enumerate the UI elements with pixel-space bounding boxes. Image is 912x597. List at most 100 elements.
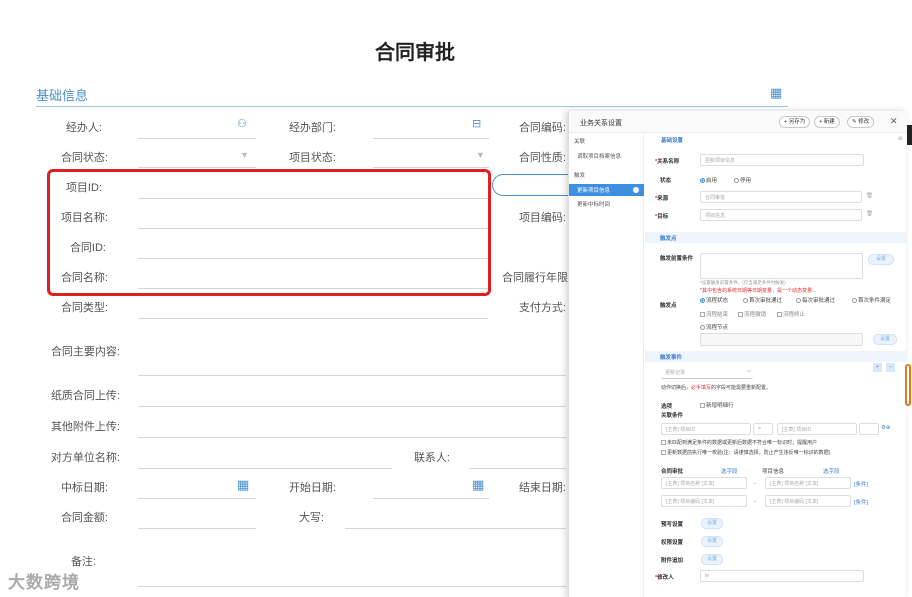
modifier-input[interactable]: te xyxy=(700,570,864,582)
capital-field[interactable] xyxy=(345,528,566,529)
nav-item-update-bid-time[interactable]: 更新中标时间 xyxy=(577,200,610,208)
opt-process-end[interactable]: 流程结束 xyxy=(700,310,728,318)
source-input[interactable]: 合同审批 xyxy=(700,191,862,203)
map1-left-select[interactable]: [主表] 项目名称 [文本] xyxy=(661,477,747,489)
cond-operator-select[interactable]: = xyxy=(753,423,773,435)
project-status-select[interactable] xyxy=(373,167,489,168)
map-pick-source[interactable]: 选字段 xyxy=(721,467,738,475)
nav-item-update-project[interactable]: 更新项目信息 xyxy=(569,184,644,196)
minus-icon[interactable]: − xyxy=(886,363,895,372)
label-handler: 经办人: xyxy=(65,122,102,134)
add-icon[interactable]: + xyxy=(873,363,882,372)
section-divider xyxy=(36,106,788,107)
caret-down-icon[interactable]: ▼ xyxy=(240,150,249,160)
cond-tag[interactable]: [条件] xyxy=(854,480,868,488)
opt-process-stop[interactable]: 流程终止 xyxy=(777,310,805,318)
label-bid-date: 中标日期: xyxy=(60,482,108,494)
opt-process-node[interactable]: 流程节点 xyxy=(700,323,728,331)
contact-field[interactable] xyxy=(470,468,566,469)
option-label: 选项 xyxy=(661,404,673,410)
panel-scrollbar[interactable] xyxy=(905,364,911,406)
nav-item-fetch-archive[interactable]: 调取项目档案信息 xyxy=(577,152,621,160)
node-input[interactable] xyxy=(700,333,863,346)
label-project-code: 项目编码: xyxy=(518,212,566,224)
paper-upload-field[interactable] xyxy=(138,406,566,407)
cond-type-select[interactable] xyxy=(859,423,879,435)
opt-first-condition[interactable]: 首次条件满足 xyxy=(852,296,891,304)
permission-set-button[interactable]: 设置 xyxy=(701,536,723,547)
opt-each-approval[interactable]: 每次审批通过 xyxy=(796,296,835,304)
contract-type-field[interactable] xyxy=(138,318,488,319)
label-remark: 备注: xyxy=(70,556,96,568)
save-as-button[interactable]: + 另存为 xyxy=(779,116,811,128)
trigger-band: 触发点 xyxy=(645,232,907,243)
org-icon[interactable]: ⊟ xyxy=(472,117,481,130)
preset-set-button[interactable]: 设置 xyxy=(701,518,723,529)
node-set-button[interactable]: 设置 xyxy=(873,334,897,345)
panel-header: 业务关系设置 + 另存为 + 新建 ✎ 修改 ✕ xyxy=(569,111,907,133)
label-contract-code: 合同编码: xyxy=(518,122,566,134)
preset-label: 预写设置 xyxy=(661,522,684,528)
map-pick-target[interactable]: 选字段 xyxy=(823,467,840,475)
attach-set-button[interactable]: 设置 xyxy=(701,554,723,565)
main-content-field[interactable] xyxy=(138,375,566,376)
status-disabled-radio[interactable]: 停用 xyxy=(734,176,751,184)
dept-field[interactable] xyxy=(373,138,489,139)
unique-check-checkbox[interactable]: 更新数据前执行唯一校验(注：请谨慎选择，防止产生违反唯一标识的数据) xyxy=(661,449,830,456)
target-label: *目标 xyxy=(655,214,669,220)
start-date-field[interactable] xyxy=(373,498,489,499)
pre-condition-set-button[interactable]: 设置 xyxy=(868,254,894,265)
label-main-content: 合同主要内容: xyxy=(50,346,120,358)
delete-icon[interactable]: 🗑 xyxy=(866,211,873,217)
add-detail-checkbox[interactable]: 新增明细行 xyxy=(700,401,734,409)
cond-actions-icon[interactable]: ⚙⊕ xyxy=(881,425,891,431)
label-contract-years: 合同履行年限 xyxy=(502,272,568,284)
calendar-icon[interactable]: ▦ xyxy=(237,477,249,493)
handler-field[interactable] xyxy=(138,138,256,139)
opt-process-revoke[interactable]: 流程撤销 xyxy=(738,310,766,318)
basic-settings-title: 基础设置 xyxy=(661,138,684,144)
map1-right-select[interactable]: [主表] 项目名称 [文本] xyxy=(765,477,851,489)
event-select[interactable]: 更新记录 xyxy=(661,367,753,379)
panel-title: 业务关系设置 xyxy=(580,120,622,127)
rel-name-input[interactable]: 更新项目信息 xyxy=(700,154,864,166)
modifier-label: *修改人 xyxy=(655,575,674,581)
label-amount: 合同金额: xyxy=(60,512,108,524)
chevron-down-icon[interactable]: ⌵ xyxy=(747,368,751,375)
new-button[interactable]: + 新建 xyxy=(814,116,840,128)
label-paper-upload: 纸质合同上传: xyxy=(50,390,120,402)
status-enabled-radio[interactable]: 启用 xyxy=(700,176,717,184)
calendar-icon[interactable]: ▦ xyxy=(770,85,782,101)
opt-first-approval[interactable]: 首次审批通过 xyxy=(743,296,782,304)
amount-field[interactable] xyxy=(138,528,256,529)
map2-left-select[interactable]: [主表] 项目编码 [文本] xyxy=(661,495,747,507)
remark-field[interactable] xyxy=(138,586,566,587)
pre-condition-box[interactable] xyxy=(700,253,863,279)
label-contract-type: 合同类型: xyxy=(60,302,108,314)
counterparty-field[interactable] xyxy=(138,468,392,469)
map2-right-select[interactable]: [主表] 项目编码 [文本] xyxy=(765,495,851,507)
label-dept: 经办部门: xyxy=(288,122,336,134)
calendar-icon[interactable]: ▦ xyxy=(472,477,484,493)
contract-status-select[interactable] xyxy=(138,167,256,168)
cond-left-select[interactable]: [主表] 项目ID xyxy=(661,423,751,435)
opt-process-status[interactable]: 流程状态 xyxy=(700,296,728,304)
help-icon[interactable]: ⊘ xyxy=(898,136,903,142)
cond-tag[interactable]: [条件] xyxy=(854,498,868,506)
cond-right-select[interactable]: [主表] 项目ID xyxy=(777,423,857,435)
arrow-right-icon: → xyxy=(752,498,758,504)
user-icon[interactable]: ⚇ xyxy=(237,117,247,130)
label-project-status: 项目状态: xyxy=(288,152,336,164)
watermark: 大数跨境 xyxy=(8,573,80,592)
outer-scrollbar[interactable] xyxy=(907,125,912,145)
other-upload-field[interactable] xyxy=(138,437,566,438)
bid-date-field[interactable] xyxy=(138,498,256,499)
remind-user-checkbox[interactable]: 未匹配到满足条件的数据或更新后数据不符合唯一标识时，提醒用户 xyxy=(661,439,817,446)
close-icon[interactable]: ✕ xyxy=(890,116,898,127)
edit-button[interactable]: ✎ 修改 xyxy=(847,116,875,128)
label-capital: 大写: xyxy=(298,512,324,524)
caret-down-icon[interactable]: ▼ xyxy=(476,150,485,160)
target-input[interactable]: 项目信息 xyxy=(700,209,862,221)
delete-icon[interactable]: 🗑 xyxy=(866,193,873,199)
page: 合同审批 基础信息 ▦ 经办人: ⚇ 经办部门: ⊟ 合同编码: 合同状态: ▼… xyxy=(0,0,912,597)
